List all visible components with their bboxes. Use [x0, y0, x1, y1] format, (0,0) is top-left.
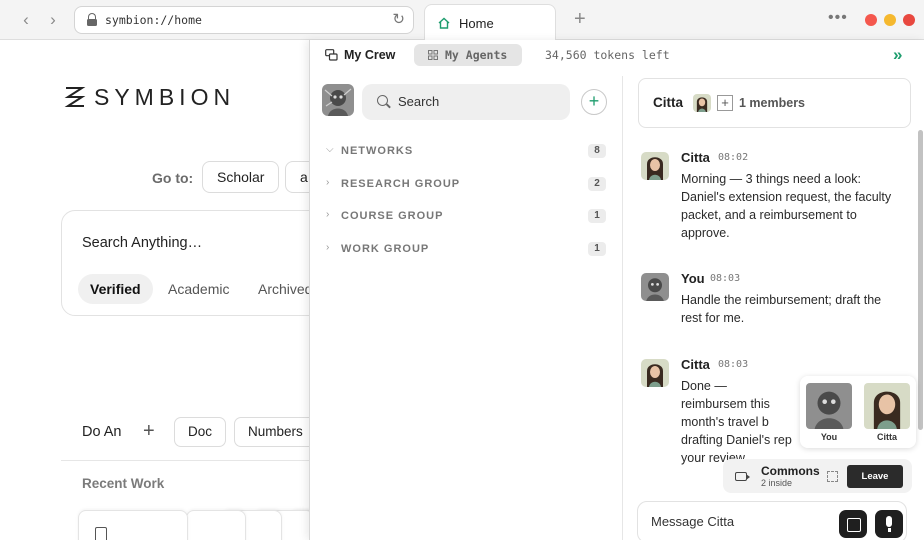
- fullscreen-icon[interactable]: [827, 471, 838, 482]
- back-icon[interactable]: ‹: [16, 10, 36, 30]
- message-time: 08:02: [718, 152, 749, 163]
- citta-avatar: [641, 359, 669, 387]
- group-count-badge: 1: [588, 242, 606, 256]
- add-task-button[interactable]: +: [143, 420, 155, 443]
- composer-placeholder: Message Citta: [651, 514, 735, 529]
- chevron-right-icon: ›: [326, 209, 330, 220]
- group-course[interactable]: › COURSE GROUP 1: [326, 207, 610, 227]
- more-options-icon[interactable]: •••: [828, 9, 848, 27]
- message-text: Done — reimbursem this month's travel b …: [681, 379, 792, 465]
- network-list: Search + ⌵ NETWORKS 8 › RESEARCH GROUP 2…: [310, 76, 623, 540]
- lock-icon: [87, 13, 97, 27]
- reload-icon[interactable]: ↻: [392, 10, 405, 28]
- search-icon: [377, 95, 388, 106]
- logo-mark-icon: [64, 87, 86, 107]
- message-time: 08:03: [710, 273, 741, 284]
- my-agents-label: My Agents: [445, 48, 508, 62]
- network-search-input[interactable]: Search: [362, 84, 570, 120]
- chat-header: Citta + 1 members: [638, 78, 911, 128]
- new-tab-button[interactable]: +: [574, 8, 586, 31]
- chat-scrollbar[interactable]: [918, 130, 923, 430]
- window-close-button[interactable]: [865, 14, 877, 26]
- crew-panel: My Crew My Agents 34,560 tokens left » S…: [309, 40, 924, 540]
- tab-label: Home: [459, 16, 494, 31]
- user-avatar[interactable]: [322, 84, 354, 116]
- add-network-button[interactable]: +: [581, 89, 607, 115]
- member-count: 1 members: [739, 96, 806, 110]
- chevron-right-icon: ›: [326, 242, 330, 253]
- filter-verified[interactable]: Verified: [78, 274, 153, 304]
- group-name: NETWORKS: [341, 145, 414, 157]
- window-zoom-button[interactable]: [903, 14, 915, 26]
- microphone-button[interactable]: [875, 510, 903, 538]
- group-networks[interactable]: ⌵ NETWORKS 8: [326, 142, 610, 162]
- group-name: RESEARCH GROUP: [341, 178, 461, 190]
- url-text: symbion://home: [105, 13, 202, 27]
- leave-call-button[interactable]: Leave: [847, 465, 903, 488]
- filter-academic[interactable]: Academic: [168, 274, 229, 304]
- grid-icon: [428, 50, 438, 60]
- participant-name: You: [820, 432, 838, 442]
- tokens-left-counter: 34,560 tokens left: [545, 48, 670, 62]
- video-camera-icon: [735, 472, 750, 481]
- filter-archived[interactable]: Archived: [258, 274, 312, 304]
- message-text: Morning — 3 things need a look: Daniel's…: [681, 172, 892, 240]
- message-time: 08:03: [718, 359, 749, 370]
- numbers-button[interactable]: Numbers: [234, 417, 317, 447]
- member-avatar: [693, 94, 711, 112]
- participant-name: Citta: [877, 432, 897, 442]
- recent-card[interactable]: [78, 510, 188, 540]
- group-research[interactable]: › RESEARCH GROUP 2: [326, 175, 610, 195]
- section-divider: [61, 460, 321, 461]
- tab-my-crew[interactable]: My Crew: [344, 48, 395, 62]
- room-count: 2 inside: [761, 478, 793, 488]
- add-member-button[interactable]: +: [717, 95, 733, 111]
- forward-icon[interactable]: ›: [43, 10, 63, 30]
- search-placeholder: Search: [398, 94, 440, 109]
- call-room-bar: Commons 2 inside Leave: [723, 459, 912, 493]
- goto-scholar-button[interactable]: Scholar: [202, 161, 280, 193]
- group-name: WORK GROUP: [341, 243, 430, 255]
- goto-label: Go to:: [152, 170, 194, 186]
- group-count-badge: 2: [588, 177, 606, 191]
- logo-wordmark: SYMBION: [94, 84, 236, 110]
- address-bar[interactable]: symbion://home ↻: [74, 6, 414, 34]
- message-sender: Citta: [681, 357, 710, 372]
- window-minimize-button[interactable]: [884, 14, 896, 26]
- home-icon: [438, 17, 450, 29]
- group-count-badge: 8: [588, 144, 606, 158]
- chat-bubbles-icon: [325, 49, 338, 61]
- recent-card[interactable]: [186, 510, 246, 540]
- chevron-down-icon: ⌵: [326, 144, 334, 155]
- group-work[interactable]: › WORK GROUP 1: [326, 240, 610, 260]
- browser-toolbar: ‹ › symbion://home ↻ Home + •••: [0, 0, 924, 41]
- message-sender: Citta: [681, 150, 710, 165]
- search-anything-input[interactable]: Search Anything…: [82, 235, 202, 251]
- tab-home[interactable]: Home: [424, 4, 556, 41]
- message-sender: You: [681, 271, 705, 286]
- chevron-right-icon: ›: [326, 177, 330, 188]
- message-composer[interactable]: Message Citta: [637, 501, 907, 540]
- participant-tile-you[interactable]: [806, 383, 852, 429]
- citta-avatar: [641, 152, 669, 180]
- expand-panel-icon[interactable]: »: [893, 45, 902, 65]
- you-avatar: [641, 273, 669, 301]
- symbion-logo: SYMBION: [64, 84, 244, 110]
- recent-work-heading: Recent Work: [82, 476, 165, 491]
- document-icon: [95, 527, 107, 540]
- group-name: COURSE GROUP: [341, 210, 444, 222]
- participant-tile-citta[interactable]: [864, 383, 910, 429]
- group-count-badge: 1: [588, 209, 606, 223]
- message-text: Handle the reimbursement; draft the rest…: [681, 293, 882, 325]
- chat-title: Citta: [653, 95, 683, 110]
- panel-header: My Crew My Agents 34,560 tokens left »: [310, 40, 924, 72]
- screen-capture-button[interactable]: [839, 510, 867, 538]
- call-participants: You Citta: [800, 376, 916, 448]
- room-name: Commons: [761, 464, 820, 478]
- tab-my-agents[interactable]: My Agents: [414, 44, 522, 66]
- do-an-label: Do An: [82, 424, 122, 440]
- doc-button[interactable]: Doc: [174, 417, 227, 447]
